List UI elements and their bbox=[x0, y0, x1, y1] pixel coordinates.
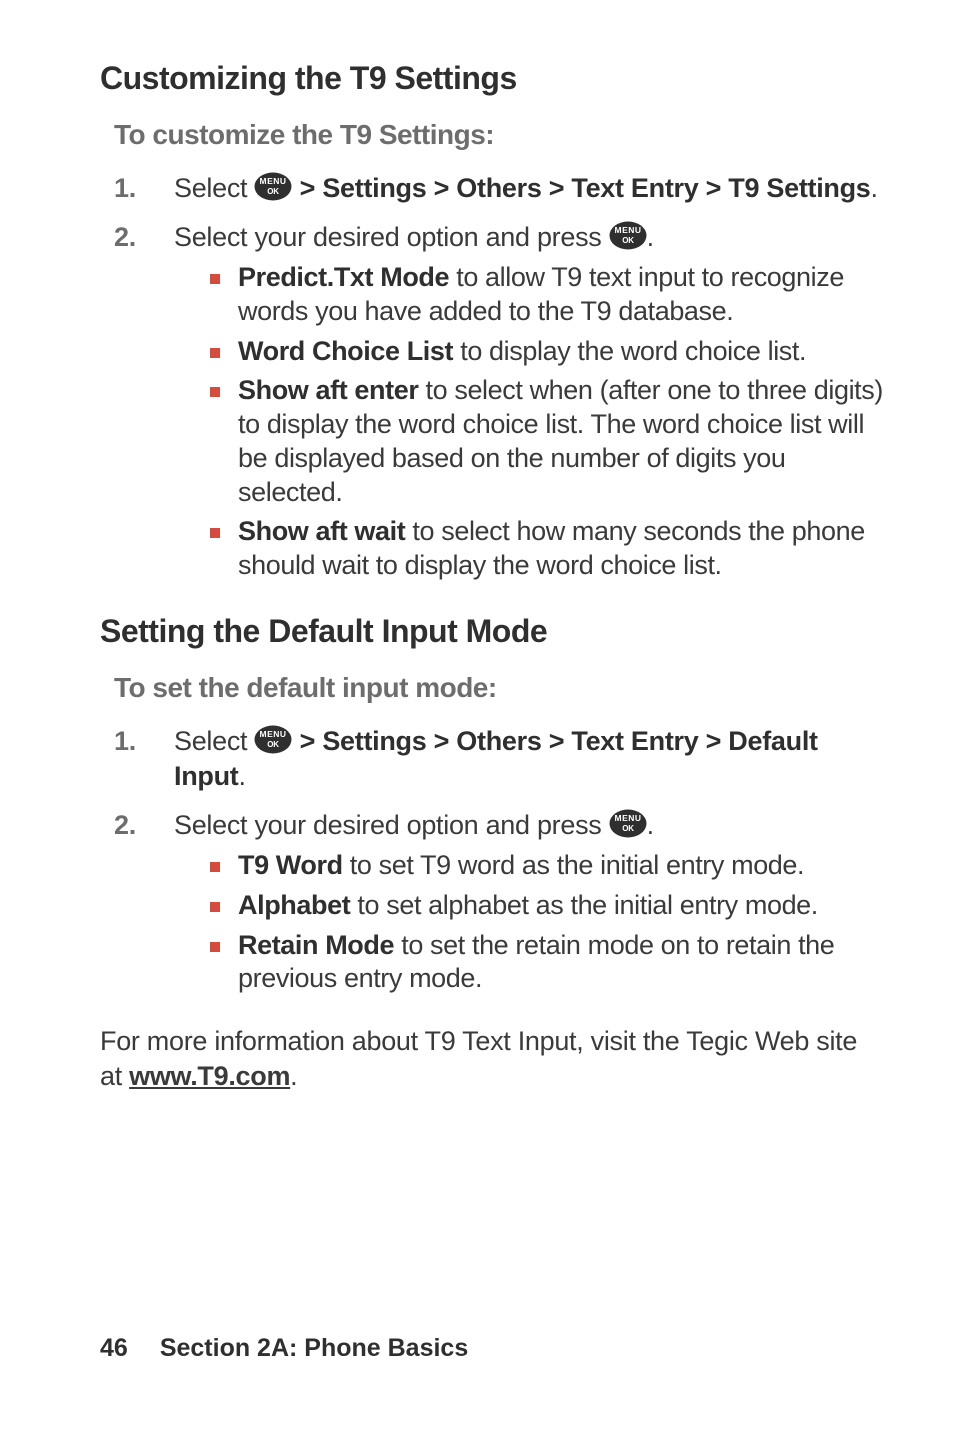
menu-ok-key-icon bbox=[609, 809, 647, 838]
options-list: T9 Word to set T9 word as the initial en… bbox=[210, 849, 886, 996]
option-name: T9 Word bbox=[238, 850, 343, 880]
list-item: T9 Word to set T9 word as the initial en… bbox=[210, 849, 886, 883]
list-item: Show aft wait to select how many seconds… bbox=[210, 515, 886, 583]
step-2: 2. Select your desired option and press … bbox=[114, 220, 886, 583]
list-item: Word Choice List to display the word cho… bbox=[210, 335, 886, 369]
option-name: Retain Mode bbox=[238, 930, 394, 960]
step-text-post: . bbox=[871, 173, 878, 203]
step-text-pre: Select bbox=[174, 173, 254, 203]
step-2: 2. Select your desired option and press … bbox=[114, 808, 886, 996]
option-name: Word Choice List bbox=[238, 336, 453, 366]
option-desc: to set T9 word as the initial entry mode… bbox=[343, 850, 804, 880]
step-1: 1. Select > Settings > Others > Text Ent… bbox=[114, 171, 886, 206]
steps-list-2: 1. Select > Settings > Others > Text Ent… bbox=[114, 724, 886, 996]
page-footer: 46 Section 2A: Phone Basics bbox=[100, 1334, 468, 1363]
options-list: Predict.Txt Mode to allow T9 text input … bbox=[210, 261, 886, 583]
menu-ok-key-icon bbox=[254, 172, 292, 201]
list-item: Show aft enter to select when (after one… bbox=[210, 374, 886, 509]
para-post: . bbox=[290, 1061, 297, 1091]
step-text-pre: Select bbox=[174, 726, 254, 756]
subheading-customize-t9: To customize the T9 Settings: bbox=[114, 119, 886, 151]
nav-path: > Settings > Others > Text Entry > T9 Se… bbox=[292, 173, 870, 203]
step-number: 1. bbox=[114, 171, 136, 206]
list-item: Retain Mode to set the retain mode on to… bbox=[210, 929, 886, 997]
option-desc: to set alphabet as the initial entry mod… bbox=[350, 890, 818, 920]
step-text-post: . bbox=[238, 761, 245, 791]
option-name: Predict.Txt Mode bbox=[238, 262, 449, 292]
option-desc: to display the word choice list. bbox=[453, 336, 806, 366]
heading-default-input-mode: Setting the Default Input Mode bbox=[100, 613, 886, 650]
step-text-post: . bbox=[647, 810, 654, 840]
option-name: Show aft wait bbox=[238, 516, 405, 546]
step-text-pre: Select your desired option and press bbox=[174, 810, 609, 840]
option-name: Alphabet bbox=[238, 890, 350, 920]
list-item: Predict.Txt Mode to allow T9 text input … bbox=[210, 261, 886, 329]
step-1: 1. Select > Settings > Others > Text Ent… bbox=[114, 724, 886, 794]
heading-customizing-t9: Customizing the T9 Settings bbox=[100, 60, 886, 97]
page-number: 46 bbox=[100, 1334, 128, 1362]
link-t9com[interactable]: www.T9.com bbox=[129, 1061, 290, 1091]
subheading-set-default-input: To set the default input mode: bbox=[114, 672, 886, 704]
menu-ok-key-icon bbox=[609, 221, 647, 250]
option-name: Show aft enter bbox=[238, 375, 418, 405]
steps-list-1: 1. Select > Settings > Others > Text Ent… bbox=[114, 171, 886, 583]
section-label: Section 2A: Phone Basics bbox=[160, 1334, 468, 1362]
list-item: Alphabet to set alphabet as the initial … bbox=[210, 889, 886, 923]
step-number: 1. bbox=[114, 724, 136, 759]
step-text-post: . bbox=[647, 222, 654, 252]
menu-ok-key-icon bbox=[254, 725, 292, 754]
closing-paragraph: For more information about T9 Text Input… bbox=[100, 1024, 886, 1094]
step-number: 2. bbox=[114, 808, 136, 843]
step-text-pre: Select your desired option and press bbox=[174, 222, 609, 252]
step-number: 2. bbox=[114, 220, 136, 255]
